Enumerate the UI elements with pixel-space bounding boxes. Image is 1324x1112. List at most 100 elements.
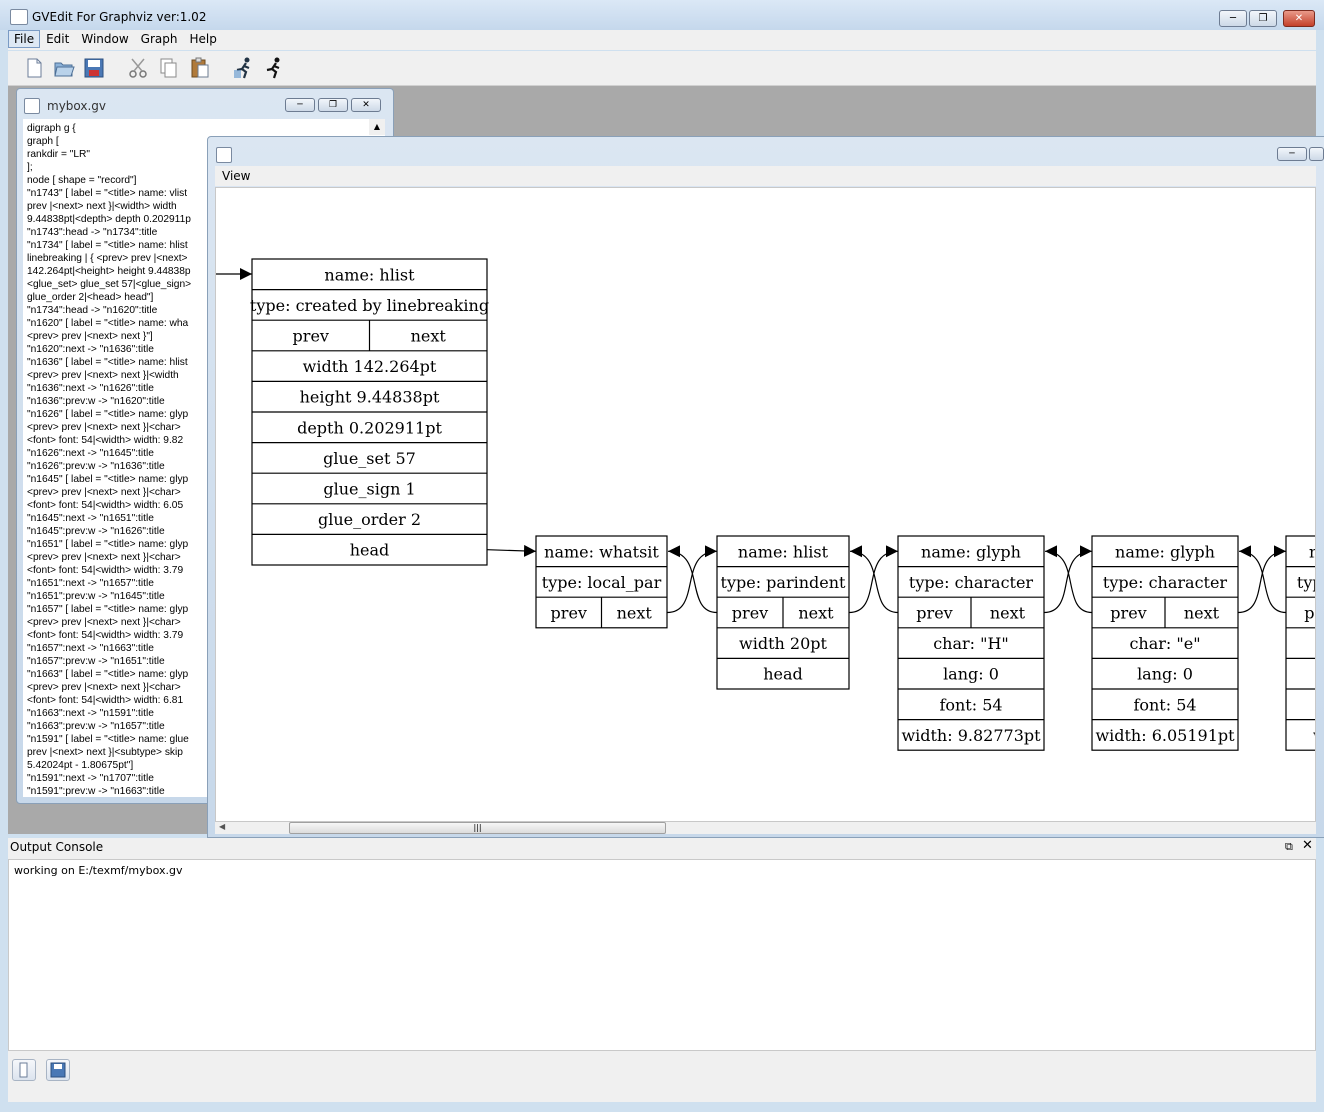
- record-field: name: glyph: [921, 542, 1021, 561]
- scroll-up-arrow-icon[interactable]: ▲: [369, 119, 385, 135]
- graph-edge: [666, 545, 718, 614]
- menu-edit[interactable]: Edit: [40, 30, 75, 48]
- menu-help[interactable]: Help: [183, 30, 222, 48]
- graph-edge: [667, 545, 718, 614]
- save-console-button[interactable]: [46, 1059, 70, 1081]
- menu-bar: File Edit Window Graph Help: [8, 30, 1316, 50]
- record-field: type: local_par: [542, 573, 662, 592]
- record-node[interactable]: name: glyphtype: characterprevnextwidth:…: [1285, 535, 1316, 751]
- status-bar: [0, 1103, 1324, 1112]
- graph-edge: [849, 545, 899, 614]
- text-window-close-button[interactable]: ✕: [351, 98, 381, 112]
- record-field: prev: [1110, 604, 1146, 623]
- scroll-left-arrow-icon[interactable]: ◀: [219, 822, 225, 831]
- record-field: type: character: [1103, 573, 1228, 592]
- save-icon: [50, 1062, 66, 1078]
- record-node[interactable]: name: glyph type: character prev next char: …: [897, 535, 1045, 751]
- record-node[interactable]: name: hlist type: parindent prev next width …: [716, 535, 850, 690]
- cut-icon[interactable]: [126, 56, 150, 80]
- record-field: next: [617, 604, 653, 623]
- float-panel-icon[interactable]: ⧉: [1285, 840, 1293, 854]
- document-icon: [24, 98, 40, 114]
- record-node[interactable]: name: glyph type: character prev next char: …: [1091, 535, 1239, 751]
- record-field: prev: [916, 604, 952, 623]
- menu-view[interactable]: View: [222, 169, 250, 183]
- record-field: height 9.44838pt: [300, 388, 440, 407]
- record-field: font: 54: [939, 695, 1002, 714]
- graph-canvas[interactable]: name: hlist type: created by linebreaking…: [215, 187, 1316, 822]
- graph-edge: [848, 545, 899, 614]
- copy-icon[interactable]: [156, 56, 180, 80]
- record-field: type: character: [909, 573, 1034, 592]
- record-field: width 20pt: [739, 634, 827, 653]
- text-window-title: mybox.gv: [47, 99, 107, 113]
- record-field: char: "H": [933, 634, 1009, 653]
- app-title: GVEdit For Graphviz ver:1.02: [32, 10, 207, 24]
- close-button[interactable]: ✕: [1283, 10, 1315, 27]
- graph-menu-bar: [215, 166, 1316, 186]
- record-field: glue_sign 1: [323, 480, 415, 499]
- graph-window-icon: [216, 147, 232, 163]
- record-field: type: character: [1297, 573, 1316, 592]
- record-field: prev: [1304, 604, 1316, 623]
- graph-edge: [1237, 545, 1287, 614]
- record-field: width: 6.05191pt: [1095, 726, 1235, 745]
- graph-diagram: name: hlist type: created by linebreaking…: [216, 258, 1316, 751]
- record-field: lang: 0: [943, 665, 999, 684]
- record-field: head: [763, 665, 803, 684]
- graph-window-minimize-button[interactable]: ─: [1277, 147, 1307, 161]
- record-field: glue_order 2: [318, 510, 421, 529]
- minimize-button[interactable]: ─: [1219, 10, 1247, 27]
- maximize-button[interactable]: ❐: [1249, 10, 1277, 27]
- run-icon[interactable]: [262, 56, 286, 80]
- record-field: prev: [551, 604, 587, 623]
- close-panel-icon[interactable]: ✕: [1302, 838, 1313, 853]
- graph-edge: [1044, 545, 1093, 614]
- record-field: type: created by linebreaking: [250, 296, 489, 315]
- graph-edge: [486, 544, 537, 557]
- graph-edge: [1043, 545, 1093, 614]
- console-message: working on E:/texmf/mybox.gv: [14, 864, 183, 877]
- record-field: font: 54: [1133, 695, 1196, 714]
- record-field: head: [350, 541, 390, 560]
- record-field: width: 3.79: [1313, 726, 1316, 745]
- node-border: [1285, 535, 1315, 751]
- record-field: name: whatsit: [544, 542, 659, 561]
- record-field: prev: [732, 604, 768, 623]
- record-field: glue_set 57: [323, 449, 416, 468]
- record-field: name: glyph: [1309, 542, 1316, 561]
- record-field: next: [1184, 604, 1220, 623]
- new-file-icon[interactable]: [22, 56, 46, 80]
- paste-icon[interactable]: [188, 56, 212, 80]
- record-node[interactable]: name: whatsit type: local_parprev next: [535, 535, 668, 629]
- save-icon[interactable]: [82, 56, 106, 80]
- graph-window-maximize-button[interactable]: [1309, 147, 1324, 161]
- record-field: char: "e": [1129, 634, 1200, 653]
- layout-run-icon[interactable]: [232, 56, 256, 80]
- record-node[interactable]: name: hlist type: created by linebreaking…: [250, 258, 489, 566]
- app-icon: [10, 9, 28, 25]
- open-folder-icon[interactable]: [52, 56, 76, 80]
- toolbar: [8, 51, 1316, 86]
- console-title: Output Console: [10, 840, 104, 854]
- record-field: lang: 0: [1137, 665, 1193, 684]
- graph-edge: [1238, 545, 1287, 614]
- text-window-minimize-button[interactable]: ─: [285, 98, 315, 112]
- record-field: name: hlist: [738, 542, 829, 561]
- menu-window[interactable]: Window: [75, 30, 134, 48]
- record-field: depth 0.202911pt: [297, 418, 442, 437]
- new-file-button[interactable]: [12, 1059, 36, 1081]
- record-field: next: [990, 604, 1026, 623]
- record-field: type: parindent: [721, 573, 847, 592]
- code-line: digraph g {: [27, 123, 76, 134]
- text-window-maximize-button[interactable]: ❐: [318, 98, 348, 112]
- record-field: name: glyph: [1115, 542, 1215, 561]
- menu-file[interactable]: File: [8, 30, 41, 48]
- record-field: width: 9.82773pt: [901, 726, 1041, 745]
- record-field: width 142.264pt: [303, 357, 437, 376]
- record-field: name: hlist: [324, 265, 415, 284]
- console-output[interactable]: [8, 859, 1316, 1051]
- menu-graph[interactable]: Graph: [135, 30, 184, 48]
- record-field: prev: [293, 327, 329, 346]
- scrollbar-thumb[interactable]: |||: [289, 822, 666, 834]
